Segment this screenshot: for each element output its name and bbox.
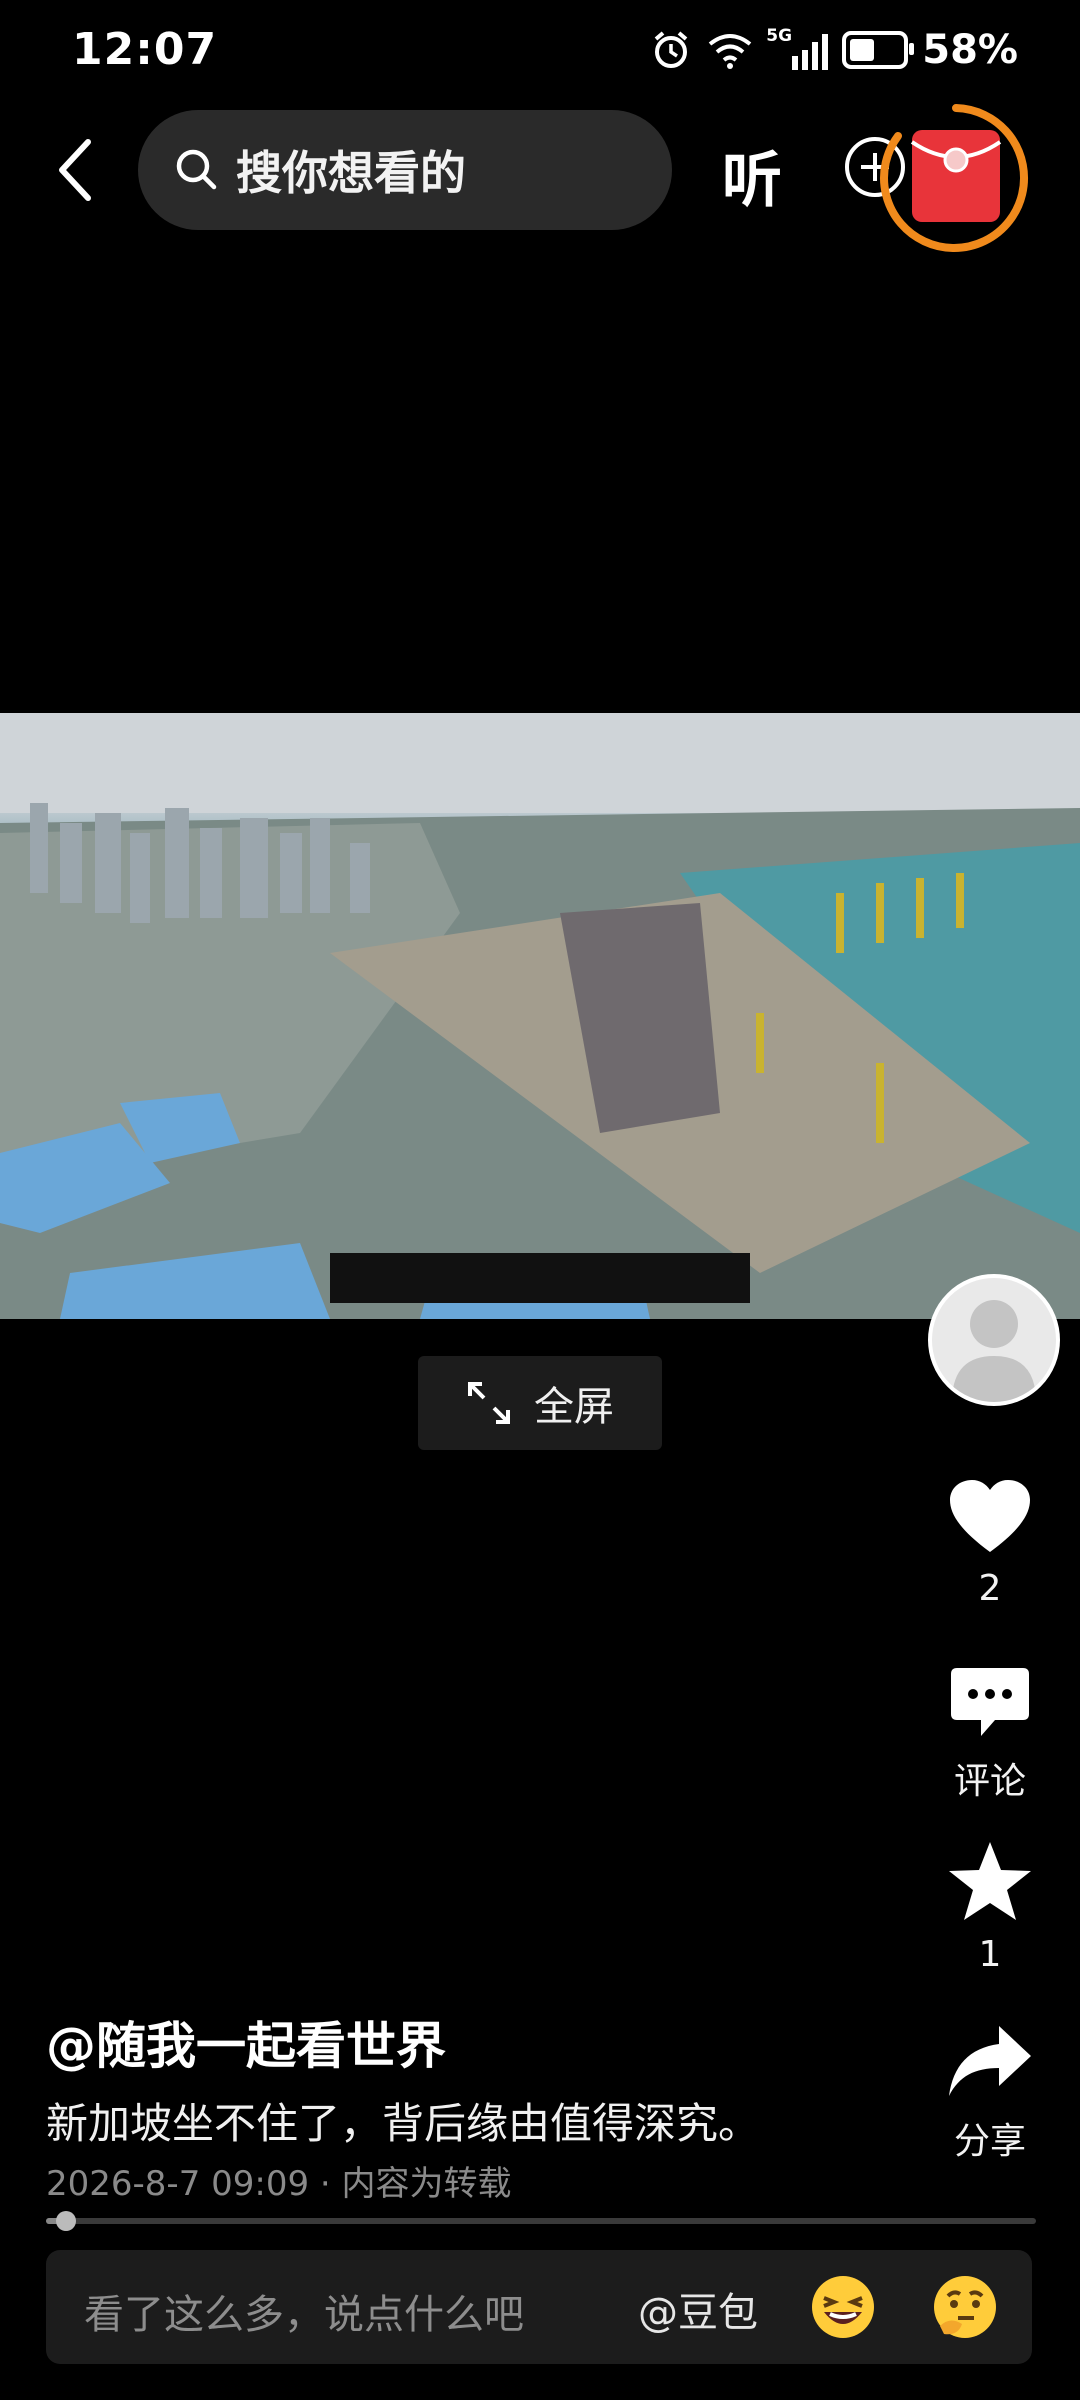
comment-icon: [951, 1668, 1029, 1736]
battery-icon: [842, 31, 915, 69]
status-bar: 12:07 5G 58%: [0, 0, 1080, 100]
like-button[interactable]: 2: [920, 1478, 1060, 1609]
comment-button[interactable]: 评论: [920, 1666, 1060, 1804]
like-count: 2: [978, 1568, 1002, 1609]
search-icon: [176, 149, 217, 190]
share-label: 分享: [953, 2121, 1026, 2162]
progress-handle[interactable]: [55, 2211, 76, 2231]
star-icon: [949, 1842, 1031, 1920]
share-icon: [949, 2026, 1031, 2096]
expand-icon: [468, 1382, 510, 1424]
fullscreen-button[interactable]: 全屏: [418, 1356, 662, 1450]
status-time: 12:07: [72, 24, 218, 75]
back-button[interactable]: [46, 130, 118, 210]
post-caption: 新加坡坐不住了，背后缘由值得深究。: [46, 2099, 761, 2148]
thinking-emoji-icon[interactable]: [932, 2274, 998, 2340]
comment-label: 评论: [953, 1761, 1026, 1802]
author-name[interactable]: @随我一起看世界: [46, 2006, 446, 2078]
favorite-count: 1: [978, 1934, 1002, 1975]
fullscreen-label: 全屏: [534, 1384, 614, 1430]
listen-button[interactable]: 听: [722, 132, 782, 219]
status-icons: 5G 58%: [650, 24, 1018, 76]
video-frame-image: [0, 713, 1080, 1319]
author-avatar[interactable]: [928, 1274, 1060, 1406]
video-progress-bar[interactable]: [46, 2211, 1036, 2231]
wifi-icon: [709, 34, 752, 69]
red-packet-icon[interactable]: [878, 100, 1034, 256]
alarm-icon: [654, 31, 688, 68]
heart-icon: [950, 1480, 1030, 1552]
search-placeholder: 搜你想看的: [236, 146, 466, 200]
favorite-button[interactable]: 1: [920, 1840, 1060, 1975]
cellular-signal-icon: 5G: [766, 26, 829, 70]
top-bar: 搜你想看的 听: [0, 100, 1080, 252]
mention-button[interactable]: @豆包: [638, 2280, 758, 2338]
video-player[interactable]: [0, 713, 1080, 1319]
network-type: 5G: [766, 26, 793, 46]
avatar-placeholder-icon: [952, 1300, 1036, 1402]
comment-input[interactable]: 看了这么多，说点什么吧: [84, 2282, 524, 2340]
comment-bar: 看了这么多，说点什么吧 @豆包: [46, 2250, 1032, 2364]
search-input[interactable]: 搜你想看的: [138, 110, 672, 230]
share-button[interactable]: 分享: [920, 2024, 1060, 2164]
battery-percent: 58%: [922, 27, 1018, 73]
laughing-emoji-icon[interactable]: [810, 2274, 876, 2340]
post-meta: 2026-8-7 09:09 · 内容为转载: [46, 2164, 512, 2204]
